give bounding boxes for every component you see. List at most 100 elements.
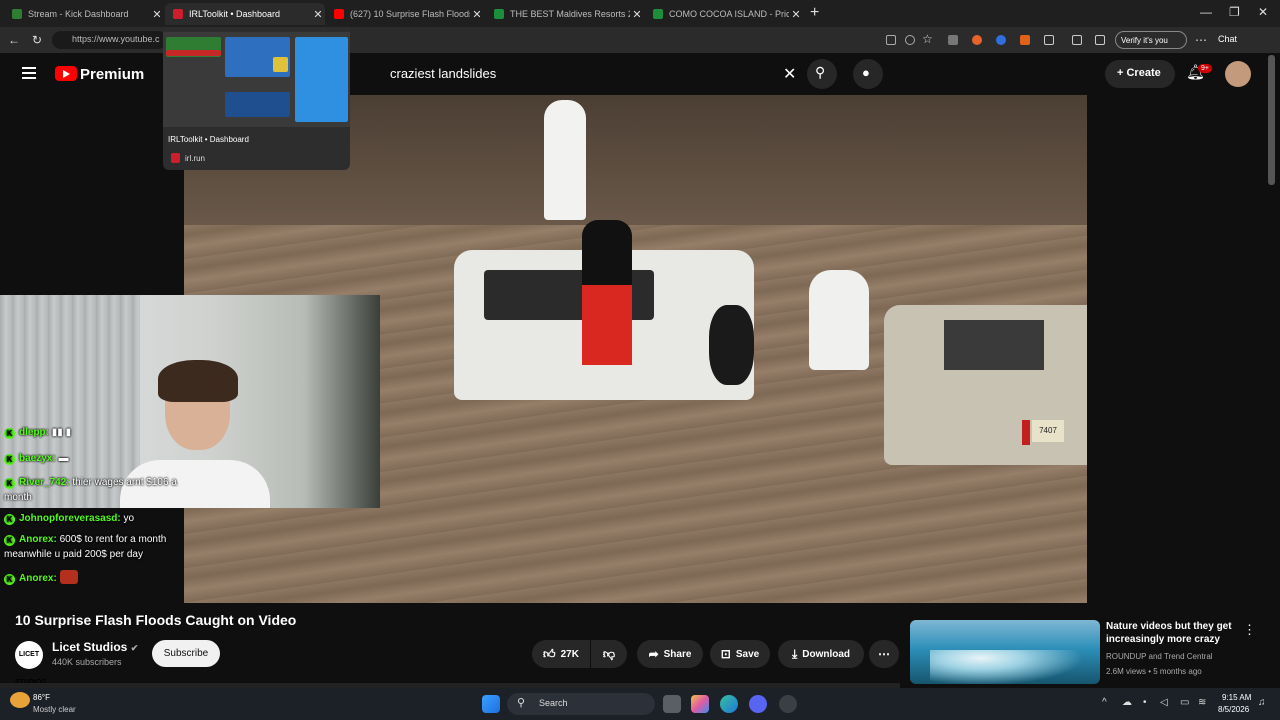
puzzle-icon[interactable]: [1044, 35, 1054, 45]
license-plate: 7407: [1032, 420, 1064, 442]
chat-message: K Johnopforeverasasd: yo: [4, 511, 134, 526]
share-button[interactable]: ➦ Share: [637, 640, 703, 668]
tab-youtube-flash-floods[interactable]: (627) 10 Surprise Flash Floods Caug ✕: [326, 3, 484, 25]
network-icon[interactable]: ☁: [1122, 697, 1132, 708]
favorites-icon[interactable]: [1095, 35, 1105, 45]
edge-icon[interactable]: [720, 695, 738, 713]
tab-maldives-resorts[interactable]: THE BEST Maldives Resorts 2026 (u ✕: [486, 3, 644, 25]
emote-icon: ▮▮ ▮: [51, 427, 72, 438]
channel-avatar[interactable]: LICET STUDIOS: [15, 641, 46, 686]
app-icon[interactable]: [779, 695, 797, 713]
youtube-favicon-icon: [334, 9, 344, 19]
person-standing: [544, 100, 586, 220]
tray-chevron-icon[interactable]: ^: [1102, 697, 1107, 708]
chat-message: K Anorex: 600$ to rent for a month meanwh…: [4, 534, 167, 560]
recommended-title[interactable]: Nature videos but they get increasingly …: [1106, 620, 1236, 646]
copilot-chat-button[interactable]: Chat: [1218, 34, 1237, 44]
taskbar-search[interactable]: ⚲ Search: [507, 693, 655, 715]
tab-como-cocoa[interactable]: COMO COCOA ISLAND - Prices & ✕: [645, 3, 803, 25]
more-actions-button[interactable]: ⋯: [869, 640, 899, 668]
mic-tray-icon[interactable]: •: [1143, 697, 1147, 708]
dislike-button[interactable]: 👎︎: [591, 640, 627, 668]
create-button[interactable]: + Create: [1105, 60, 1175, 88]
search-input[interactable]: craziest landslides: [375, 60, 805, 88]
channel-name[interactable]: Licet Studios ✔: [52, 640, 138, 654]
chat-message: Kdlepp: ▮▮ ▮: [4, 425, 71, 440]
battery-icon[interactable]: ▭: [1180, 697, 1189, 708]
speaker-icon[interactable]: ◁: [1160, 697, 1168, 708]
download-button[interactable]: ⤓ Download: [778, 640, 864, 668]
subscribe-button[interactable]: Subscribe: [152, 640, 220, 667]
more-horizontal-icon: ⋯: [878, 647, 890, 661]
kick-icon: K: [4, 454, 15, 465]
close-tab-icon[interactable]: ✕: [470, 8, 484, 21]
avatar[interactable]: [1225, 61, 1251, 87]
more-vertical-icon[interactable]: ⋮: [1243, 622, 1256, 638]
notification-badge: 9+: [1198, 64, 1212, 73]
screen-icon[interactable]: [886, 35, 896, 45]
kick-icon: K: [4, 428, 15, 439]
preview-thumbnail: [163, 32, 350, 127]
windows-start-icon[interactable]: [482, 695, 500, 713]
star-icon[interactable]: ☆: [922, 32, 933, 46]
chat-message: K River_742: thier wages arnt $106 a mont…: [4, 477, 177, 503]
kick-favicon-icon: [12, 9, 22, 19]
close-tab-icon[interactable]: ✕: [150, 8, 164, 21]
profiles-icon[interactable]: [1072, 35, 1082, 45]
chat-message: K Anorex:: [4, 570, 78, 586]
download-ext-icon[interactable]: [1020, 35, 1030, 45]
youtube-logo-icon[interactable]: [55, 66, 77, 81]
preview-site: irl.run: [185, 154, 206, 163]
thumbs-up-icon: 👍︎: [543, 646, 556, 661]
microphone-icon: ●: [862, 65, 870, 80]
clear-search-icon[interactable]: ✕: [783, 64, 796, 84]
search-button[interactable]: ⚲: [807, 59, 837, 89]
tab-irltoolkit[interactable]: IRLToolkit • Dashboard ✕: [165, 3, 325, 25]
url-field[interactable]: https://www.youtube.c: [52, 31, 167, 49]
extension-orange-icon[interactable]: [972, 35, 982, 45]
chat-message: Kbaezyx: ▬: [4, 451, 68, 466]
search-icon: ⚲: [517, 697, 526, 709]
recommended-channel[interactable]: ROUNDUP and Trend Central: [1106, 652, 1213, 661]
shield-icon[interactable]: [948, 35, 958, 45]
extension-blue-icon[interactable]: [996, 35, 1006, 45]
wifi-icon[interactable]: ≋: [1198, 697, 1206, 708]
recommended-views: 2.6M views • 5 months ago: [1106, 667, 1202, 676]
taskbar-time[interactable]: 9:15 AM: [1222, 693, 1251, 702]
taskbar-date[interactable]: 8/5/2026: [1218, 705, 1249, 714]
voice-search-button[interactable]: ●: [853, 59, 883, 89]
emote-icon: [59, 570, 78, 584]
task-view-icon[interactable]: [663, 695, 681, 713]
weather-icon[interactable]: [10, 692, 30, 708]
new-tab-icon[interactable]: +: [810, 4, 819, 22]
menu-icon[interactable]: [22, 67, 36, 79]
verify-button[interactable]: Verify it's you: [1115, 31, 1187, 49]
download-icon: ⤓: [791, 646, 798, 661]
search-icon: ⚲: [815, 64, 826, 80]
notification-bell-icon[interactable]: ♫: [1258, 697, 1266, 708]
zoom-icon[interactable]: [905, 35, 915, 45]
like-button[interactable]: 👍︎ 27K: [532, 640, 590, 668]
close-tab-icon[interactable]: ✕: [789, 8, 803, 21]
recommended-thumbnail[interactable]: [910, 620, 1100, 684]
maximize-icon[interactable]: ❐: [1229, 5, 1240, 19]
save-button[interactable]: ⊡ Save: [710, 640, 770, 668]
thumbs-down-icon: 👎︎: [602, 646, 616, 661]
bookmark-icon: ⊡: [720, 647, 731, 661]
close-tab-icon[interactable]: ✕: [630, 8, 644, 21]
preview-title: IRLToolkit • Dashboard: [168, 135, 249, 144]
page-scrollbar[interactable]: [1268, 55, 1275, 185]
subscriber-count: 440K subscribers: [52, 657, 122, 667]
copilot-icon[interactable]: [691, 695, 709, 713]
reload-icon[interactable]: ↻: [32, 33, 42, 47]
tab-kick-dashboard[interactable]: Stream - Kick Dashboard ✕: [4, 3, 164, 25]
close-window-icon[interactable]: ✕: [1258, 5, 1268, 19]
discord-icon[interactable]: [749, 695, 767, 713]
person-in-red-pants: [582, 220, 632, 365]
more-menu-icon[interactable]: ⋯: [1195, 33, 1207, 47]
tab-hover-preview: IRLToolkit • Dashboard irl.run: [163, 27, 350, 170]
minimize-icon[interactable]: —: [1200, 5, 1212, 19]
close-tab-icon[interactable]: ✕: [311, 8, 325, 21]
kick-icon: K: [4, 574, 15, 585]
back-icon[interactable]: ←: [8, 33, 20, 47]
